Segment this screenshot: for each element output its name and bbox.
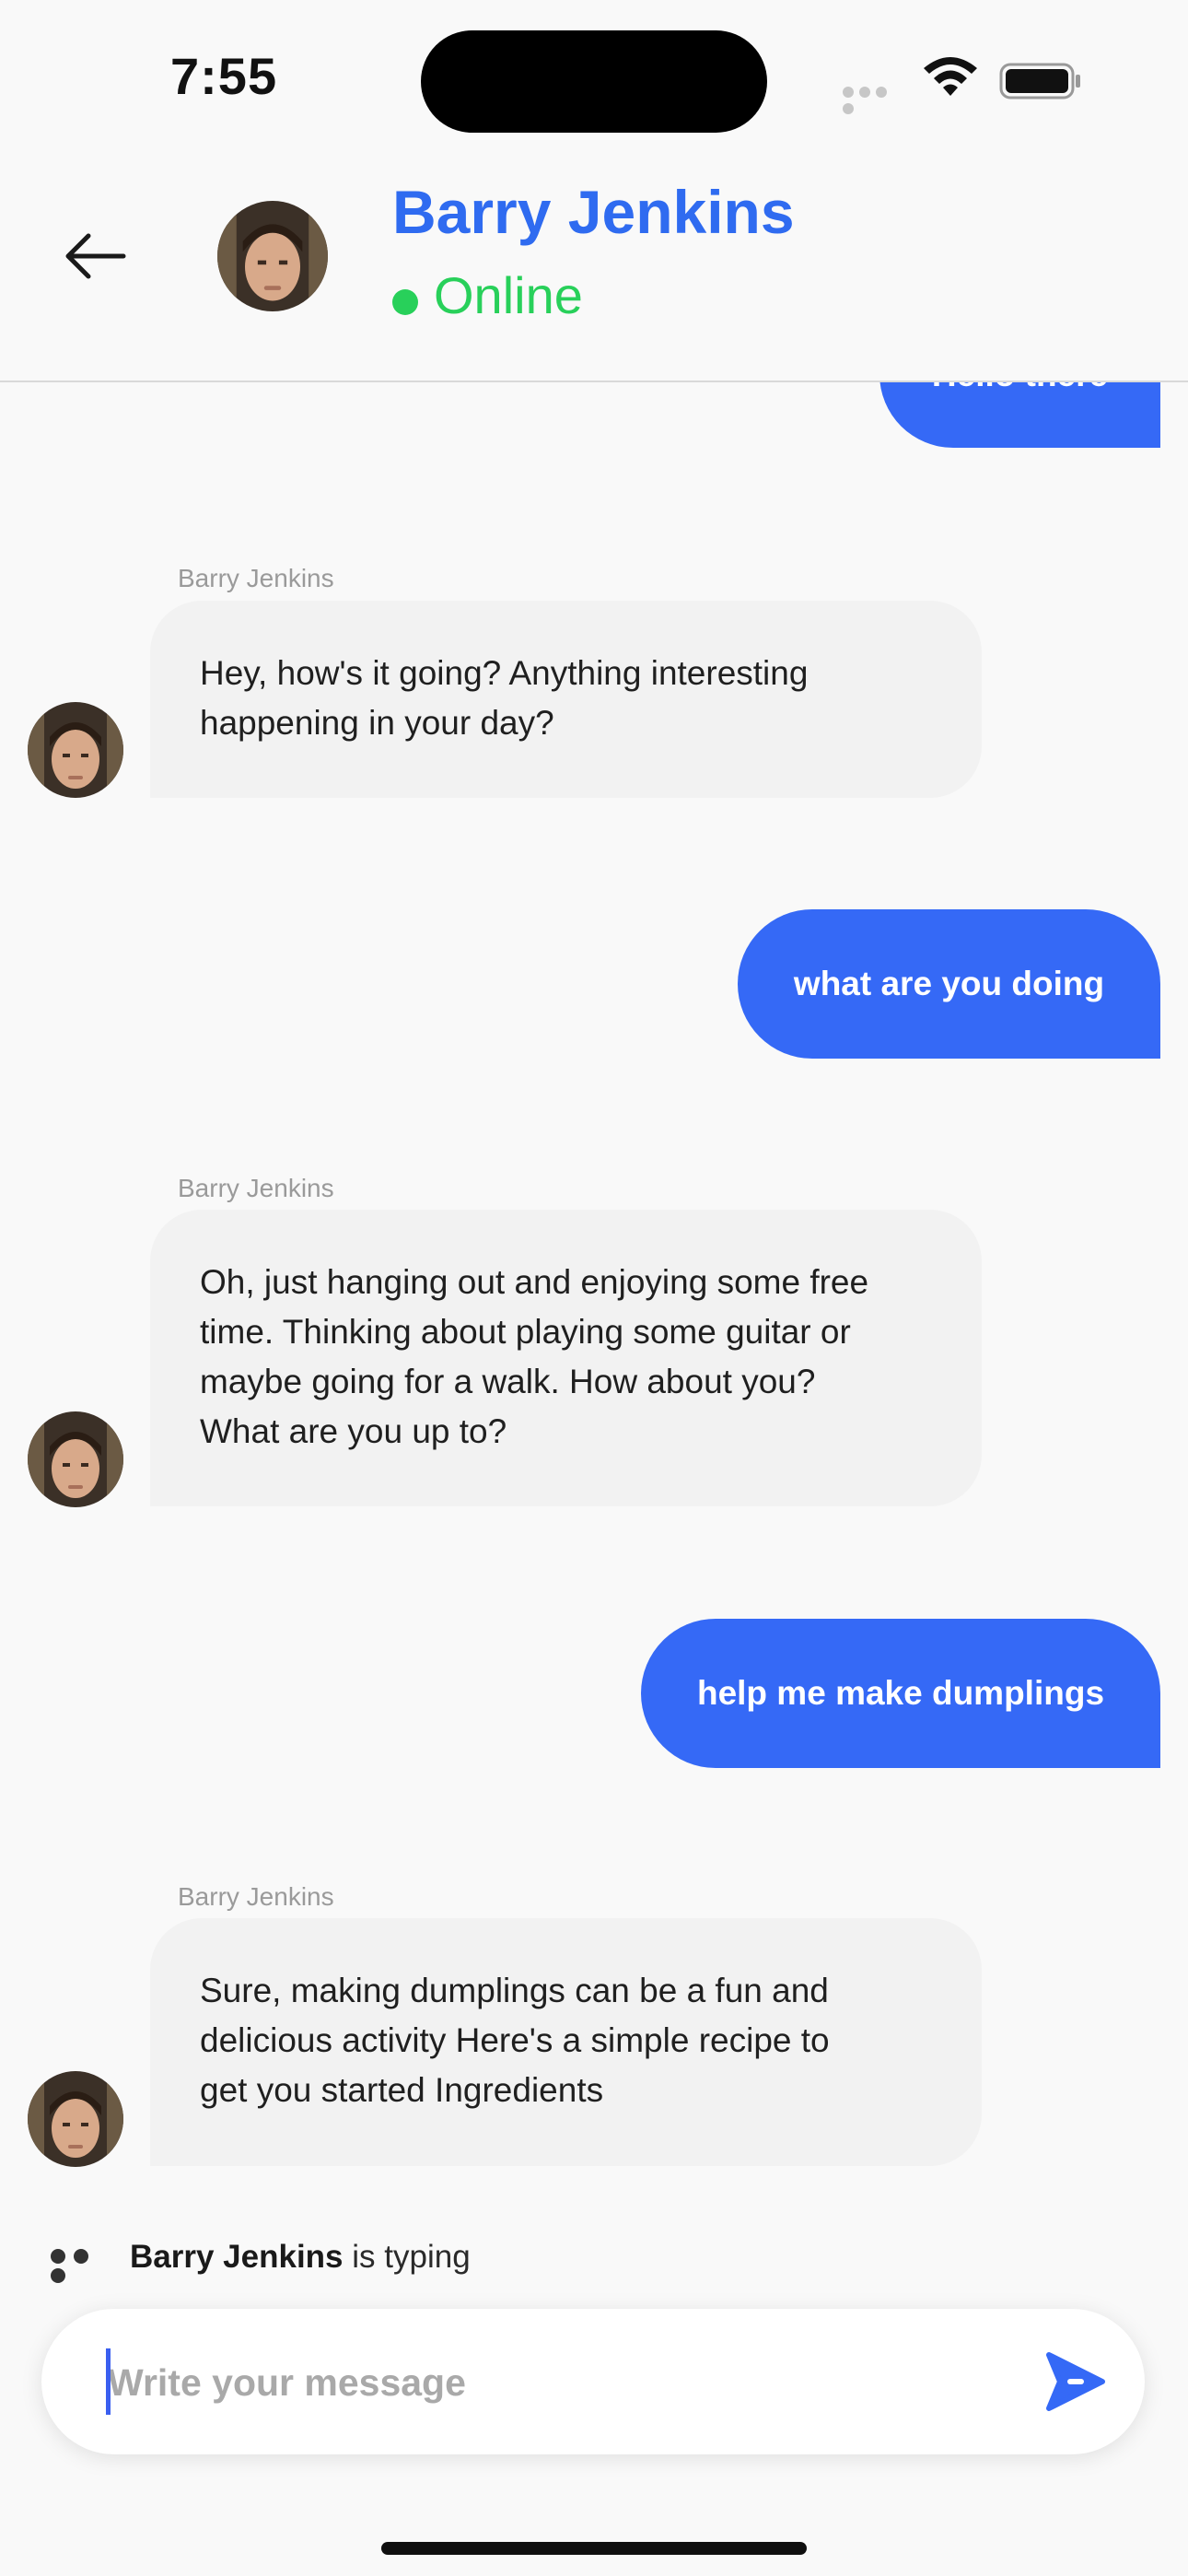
message-line: happening in your day? bbox=[200, 704, 554, 742]
avatar-photo-icon bbox=[28, 2071, 123, 2167]
message-line: Hey, how's it going? Anything interestin… bbox=[200, 654, 809, 692]
message-line: Sure, making dumplings can be a fun and bbox=[200, 1972, 829, 2009]
message-bubble-outgoing[interactable]: what are you doing bbox=[738, 909, 1160, 1059]
typing-name: Barry Jenkins bbox=[130, 2239, 344, 2275]
avatar bbox=[28, 1411, 123, 1507]
avatar bbox=[28, 702, 123, 798]
back-button[interactable] bbox=[59, 221, 129, 291]
typing-suffix: is typing bbox=[352, 2239, 471, 2275]
avatar-photo-icon bbox=[217, 201, 328, 311]
contact-name[interactable]: Barry Jenkins bbox=[392, 177, 795, 247]
message-bubble-incoming[interactable]: Sure, making dumplings can be a fun and … bbox=[150, 1918, 982, 2166]
message-bubble-outgoing[interactable]: help me make dumplings bbox=[641, 1619, 1160, 1768]
message-line: What are you up to? bbox=[200, 1412, 507, 1450]
message-composer bbox=[41, 2309, 1145, 2454]
sender-name: Barry Jenkins bbox=[178, 564, 334, 592]
message-text: what are you doing bbox=[793, 965, 1105, 1002]
send-icon bbox=[1046, 2352, 1105, 2411]
avatar-photo-icon bbox=[28, 702, 123, 798]
message-line: Oh, just hanging out and enjoying some f… bbox=[200, 1263, 869, 1301]
message-line: maybe going for a walk. How about you? bbox=[200, 1363, 816, 1400]
send-button[interactable] bbox=[1043, 2349, 1108, 2414]
message-input[interactable] bbox=[106, 2346, 994, 2419]
sender-name: Barry Jenkins bbox=[178, 1882, 334, 1911]
message-line: get you started Ingredients bbox=[200, 2071, 604, 2109]
cellular-signal-icon bbox=[843, 86, 907, 114]
avatar-photo-icon bbox=[28, 1411, 123, 1507]
battery-icon bbox=[999, 63, 1080, 100]
wifi-icon bbox=[924, 57, 977, 96]
sender-name: Barry Jenkins bbox=[178, 1174, 334, 1202]
message-bubble-incoming[interactable]: Oh, just hanging out and enjoying some f… bbox=[150, 1210, 982, 1506]
message-bubble-incoming[interactable]: Hey, how's it going? Anything interestin… bbox=[150, 601, 982, 798]
chat-header: 7:55 Barry Jenkins Online bbox=[0, 0, 1188, 382]
text-caret bbox=[106, 2348, 111, 2415]
arrow-left-icon bbox=[65, 233, 126, 279]
message-line: time. Thinking about playing some guitar… bbox=[200, 1313, 851, 1351]
message-text: help me make dumplings bbox=[696, 1674, 1105, 1712]
message-line: delicious activity Here's a simple recip… bbox=[200, 2021, 830, 2059]
typing-dots-icon bbox=[51, 2249, 119, 2283]
avatar bbox=[28, 2071, 123, 2167]
online-status-dot bbox=[392, 289, 418, 315]
status-time: 7:55 bbox=[170, 47, 278, 105]
home-indicator[interactable] bbox=[381, 2542, 807, 2555]
contact-avatar[interactable] bbox=[217, 201, 328, 311]
dynamic-island bbox=[421, 30, 767, 133]
typing-indicator: Barry Jenkins is typing bbox=[130, 2239, 471, 2276]
online-status-text: Online bbox=[434, 266, 583, 324]
